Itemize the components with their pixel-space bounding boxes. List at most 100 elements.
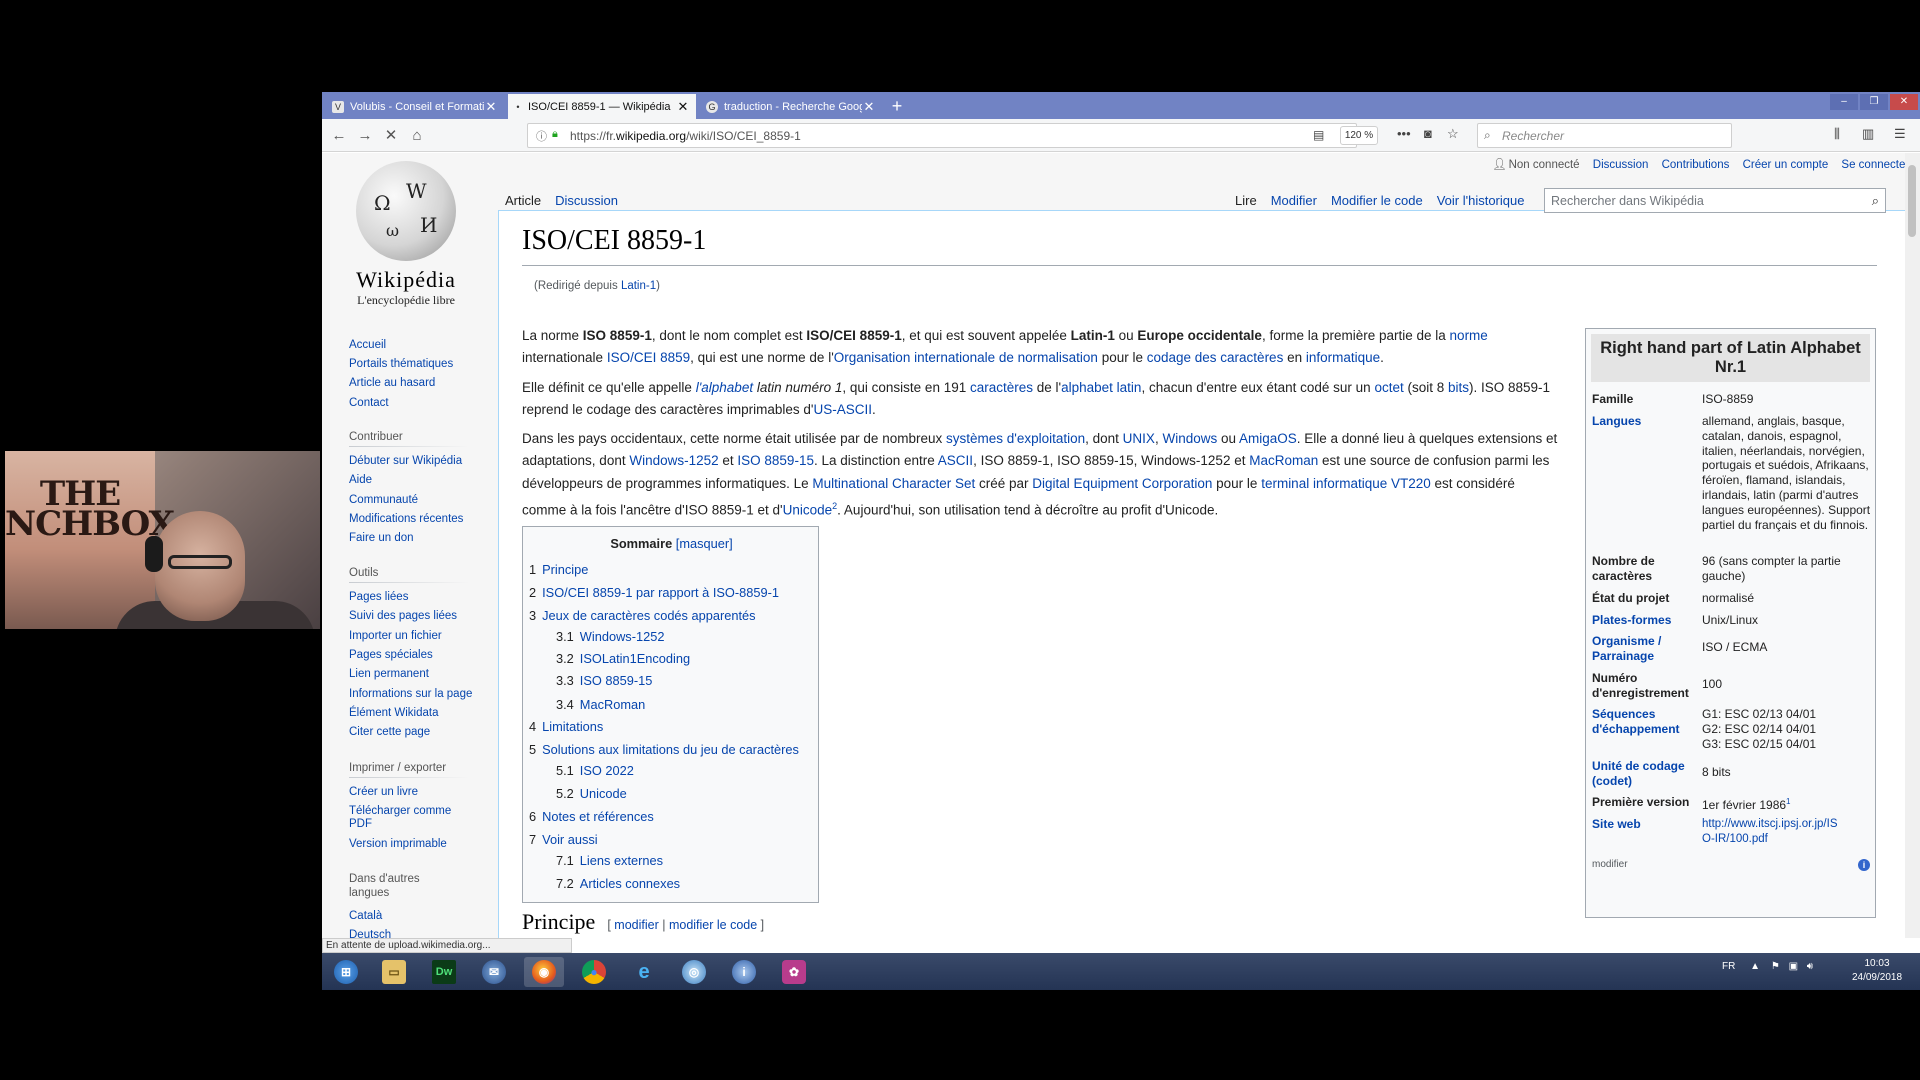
volume-icon[interactable]: 🔊︎ xyxy=(1807,961,1813,972)
infobox-modifier-link[interactable]: modifier xyxy=(1592,859,1628,870)
infobox-label-link[interactable]: Séquences d'échappement xyxy=(1592,707,1692,736)
bookmark-star-icon[interactable]: ☆ xyxy=(1447,126,1459,142)
toc-item[interactable]: 1 Principe xyxy=(529,562,588,577)
wikipedia-logo[interactable]: Ω W И ω Wikipédia L'encyclopédie libre xyxy=(342,161,470,308)
scrollbar-thumb[interactable] xyxy=(1908,165,1916,237)
tab-modifier-code[interactable]: Modifier le code xyxy=(1324,193,1430,211)
toc-item[interactable]: 7.2 Articles connexes xyxy=(556,876,680,891)
taskbar-clock[interactable]: 10:03 24/09/2018 xyxy=(1847,957,1907,985)
close-tab-icon[interactable]: ✕ xyxy=(862,99,876,115)
flag-icon[interactable]: ⚑ xyxy=(1771,961,1780,972)
login-link[interactable]: Se connecter xyxy=(1841,159,1905,171)
tab-historique[interactable]: Voir l'historique xyxy=(1430,193,1532,211)
close-tab-icon[interactable]: ✕ xyxy=(484,99,498,115)
section-modifier-link[interactable]: modifier xyxy=(614,918,658,932)
toc-item[interactable]: 3.4 MacRoman xyxy=(556,697,645,712)
forward-button[interactable]: → xyxy=(354,125,376,147)
library-icon[interactable]: ⫼ xyxy=(1834,126,1840,142)
network-icon[interactable]: ▣ xyxy=(1789,961,1798,972)
close-window-button[interactable]: ✕ xyxy=(1890,94,1918,110)
sidebar-item-citer[interactable]: Citer cette page xyxy=(349,726,479,739)
language-indicator[interactable]: FR xyxy=(1722,961,1735,972)
tab-article[interactable]: Article xyxy=(498,193,548,211)
app-flower-icon[interactable]: ✿ xyxy=(774,957,814,987)
pocket-icon[interactable]: ◙ xyxy=(1424,126,1432,141)
toc-item[interactable]: 5.2 Unicode xyxy=(556,786,627,801)
sidebar-item-portails[interactable]: Portails thématiques xyxy=(349,358,479,371)
info-icon[interactable]: ⓘ xyxy=(536,128,547,144)
url-bar[interactable]: ⓘ 🔒︎ https://fr.wikipedia.org/wiki/ISO/C… xyxy=(527,123,1357,148)
stop-loading-button[interactable]: ✕ xyxy=(380,125,402,147)
infobox-label-link[interactable]: Organisme / Parrainage xyxy=(1592,634,1692,663)
contributions-link[interactable]: Contributions xyxy=(1662,159,1730,171)
toc-item[interactable]: 3.1 Windows-1252 xyxy=(556,629,664,644)
wiki-search-input[interactable]: Rechercher dans Wikipédia ⌕ xyxy=(1544,188,1886,213)
back-button[interactable]: ← xyxy=(328,125,350,147)
infobox-label-link[interactable]: Site web xyxy=(1592,817,1692,832)
info-icon[interactable]: i xyxy=(1858,859,1870,871)
sidebar-item-don[interactable]: Faire un don xyxy=(349,532,479,545)
sidebar-item-modifications[interactable]: Modifications récentes xyxy=(349,513,479,526)
minimize-button[interactable]: – xyxy=(1830,94,1858,110)
home-button[interactable]: ⌂ xyxy=(406,125,428,147)
search-icon[interactable]: ⌕ xyxy=(1872,193,1879,209)
sidebar-item-speciales[interactable]: Pages spéciales xyxy=(349,649,479,662)
infobox-label-link[interactable]: Plates-formes xyxy=(1592,613,1692,628)
infobox-website-link[interactable]: http://www.itscj.ipsj.or.jp/ISO-IR/100.p… xyxy=(1702,817,1842,847)
toc-item[interactable]: 7.1 Liens externes xyxy=(556,853,663,868)
start-button[interactable]: ⊞ xyxy=(326,957,366,987)
file-explorer-icon[interactable]: ▭ xyxy=(374,957,414,987)
tab-volubis[interactable]: V Volubis - Conseil et Formation ✕ xyxy=(326,94,504,119)
create-account-link[interactable]: Créer un compte xyxy=(1743,159,1829,171)
tab-wikipedia[interactable]: • ISO/CEI 8859-1 — Wikipédia ✕ xyxy=(508,94,696,119)
toc-item[interactable]: 5.1 ISO 2022 xyxy=(556,763,634,778)
sidebar-item-wikidata[interactable]: Élément Wikidata xyxy=(349,707,479,720)
infobox-label-link[interactable]: Unité de codage (codet) xyxy=(1592,759,1692,788)
sidebar-item-permanent[interactable]: Lien permanent xyxy=(349,668,479,681)
toc-toggle-link[interactable]: [masquer] xyxy=(676,536,733,551)
sidebar-item-suivi[interactable]: Suivi des pages liées xyxy=(349,610,479,623)
tab-modifier[interactable]: Modifier xyxy=(1264,193,1324,211)
tab-google[interactable]: G traduction - Recherche Google ✕ xyxy=(700,94,882,119)
toc-item[interactable]: 3.3 ISO 8859-15 xyxy=(556,673,652,688)
user-discussion-link[interactable]: Discussion xyxy=(1593,159,1649,171)
thunderbird-icon[interactable]: ✉ xyxy=(474,957,514,987)
sidebar-item-importer[interactable]: Importer un fichier xyxy=(349,630,479,643)
toc-item[interactable]: 2 ISO/CEI 8859-1 par rapport à ISO-8859-1 xyxy=(529,585,779,600)
sidebar-item-contact[interactable]: Contact xyxy=(349,397,479,410)
chrome-icon[interactable]: ● xyxy=(574,957,614,987)
infobox-label-link[interactable]: Langues xyxy=(1592,414,1692,429)
toc-item[interactable]: 3 Jeux de caractères codés apparentés xyxy=(529,608,756,623)
reader-view-icon[interactable]: ▤ xyxy=(1313,128,1324,142)
tab-discussion[interactable]: Discussion xyxy=(548,193,625,211)
tray-expand-icon[interactable]: ▲ xyxy=(1750,961,1760,972)
sidebar-item-imprimable[interactable]: Version imprimable xyxy=(349,838,479,851)
close-tab-icon[interactable]: ✕ xyxy=(676,99,690,115)
app-icon[interactable]: ◎ xyxy=(674,957,714,987)
sidebar-item-hasard[interactable]: Article au hasard xyxy=(349,377,479,390)
internet-explorer-icon[interactable]: e xyxy=(624,957,664,987)
sidebar-item-debuter[interactable]: Débuter sur Wikipédia xyxy=(349,455,479,468)
page-scrollbar[interactable] xyxy=(1905,153,1920,938)
tab-lire[interactable]: Lire xyxy=(1228,193,1264,211)
sidebar-item-communaute[interactable]: Communauté xyxy=(349,494,479,507)
zoom-level-button[interactable]: 120 % xyxy=(1340,126,1378,145)
toc-item[interactable]: 3.2 ISOLatin1Encoding xyxy=(556,651,690,666)
sidebar-item-pdf[interactable]: Télécharger comme PDF xyxy=(349,805,464,831)
firefox-icon[interactable]: ◉ xyxy=(524,957,564,987)
sidebar-item-accueil[interactable]: Accueil xyxy=(349,339,479,352)
sidebar-item-informations[interactable]: Informations sur la page xyxy=(349,688,479,701)
dreamweaver-icon[interactable]: Dw xyxy=(424,957,464,987)
toc-item[interactable]: 6 Notes et références xyxy=(529,809,654,824)
sidebar-toggle-icon[interactable]: ▥ xyxy=(1862,126,1874,142)
redirect-link[interactable]: Latin-1 xyxy=(621,280,656,292)
sidebar-item-catala[interactable]: Català xyxy=(349,910,479,923)
browser-search-bar[interactable]: ⌕ Rechercher xyxy=(1477,123,1732,148)
lock-icon[interactable]: 🔒︎ xyxy=(552,128,558,141)
toc-item[interactable]: 4 Limitations xyxy=(529,719,603,734)
sidebar-item-livre[interactable]: Créer un livre xyxy=(349,786,479,799)
app-info-icon[interactable]: i xyxy=(724,957,764,987)
page-actions-icon[interactable]: ••• xyxy=(1397,126,1411,141)
sidebar-item-deutsch[interactable]: Deutsch xyxy=(349,929,479,938)
sidebar-item-aide[interactable]: Aide xyxy=(349,474,479,487)
